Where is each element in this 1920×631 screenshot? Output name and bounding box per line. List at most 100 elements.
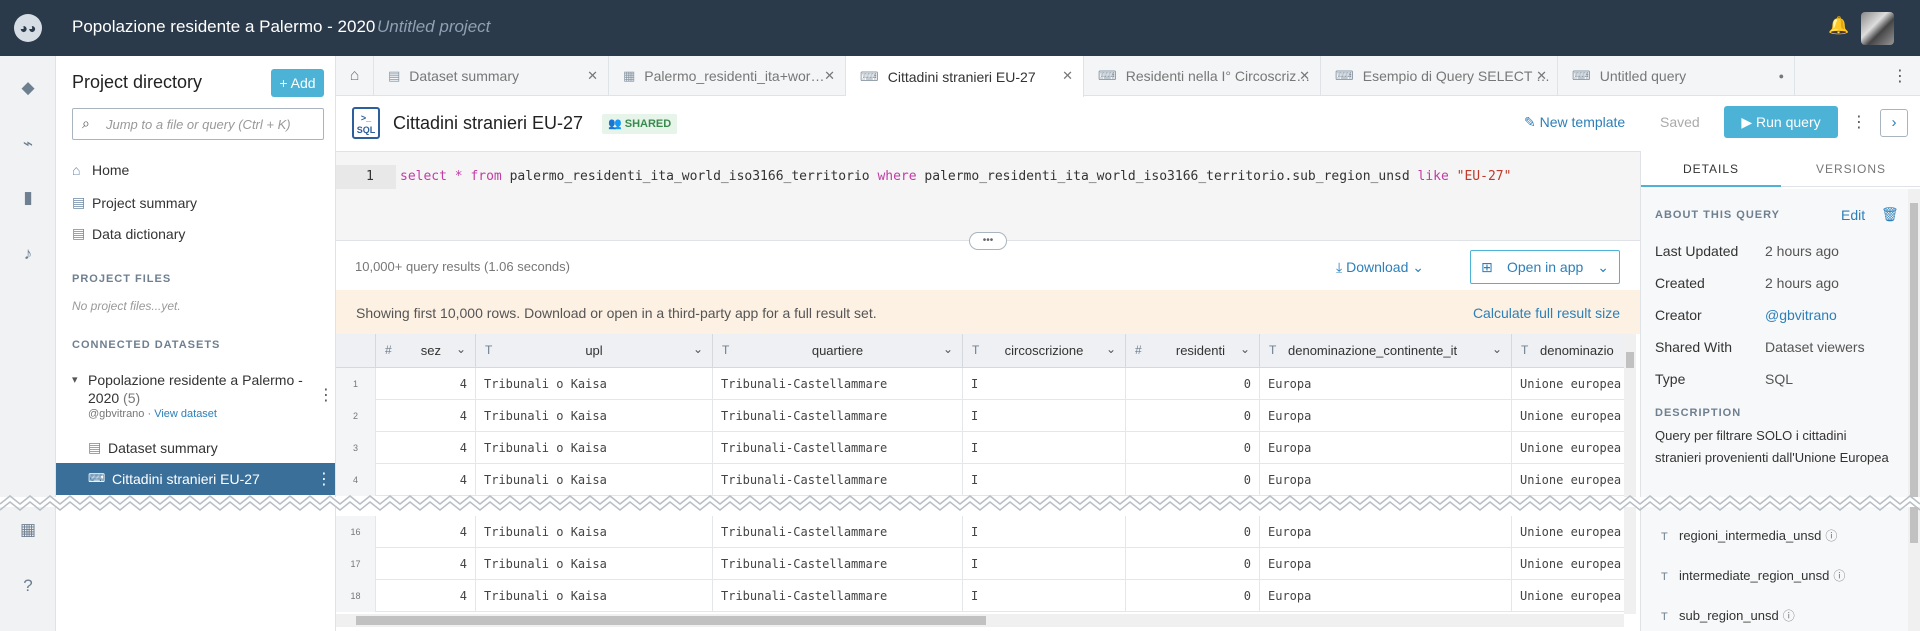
table-cell[interactable]: Unione europea	[1512, 516, 1632, 548]
info-icon[interactable]: ⓘ	[1783, 609, 1795, 623]
activity-chart-icon[interactable]: ⌁	[16, 132, 40, 156]
results-horizontal-scrollbar[interactable]	[336, 614, 1624, 627]
tab-dataset-summary[interactable]: ▤ Dataset summary ✕	[374, 56, 609, 96]
dataset-summary-item[interactable]: ▤ Dataset summary	[88, 439, 218, 456]
resize-handle[interactable]: •••	[969, 232, 1007, 250]
nav-project-summary[interactable]: ▤ Project summary	[72, 194, 197, 211]
edit-link[interactable]: Edit	[1841, 207, 1865, 223]
table-cell[interactable]: Europa	[1260, 516, 1512, 548]
help-icon[interactable]: ?	[16, 574, 40, 598]
table-cell[interactable]: Tribunali o Kaisa	[476, 400, 713, 432]
tab-cittadini-stranieri[interactable]: ⌨ Cittadini stranieri EU-27 ✕	[846, 56, 1084, 97]
dataset-title[interactable]: Popolazione residente a Palermo - 2020 (…	[88, 371, 308, 407]
table-cell[interactable]: 0	[1126, 432, 1260, 464]
table-cell[interactable]: I	[963, 548, 1126, 580]
trash-icon[interactable]: 🗑	[1881, 206, 1899, 223]
column-item[interactable]: Tintermediate_region_unsd ⓘ	[1661, 567, 1859, 585]
chevron-down-icon[interactable]: ⌄	[1106, 342, 1116, 356]
column-header-sez[interactable]: # sez ⌄	[376, 334, 476, 368]
project-title[interactable]: Popolazione residente a Palermo - 2020	[72, 17, 375, 37]
new-template-button[interactable]: ✎ New template	[1524, 114, 1625, 131]
calculate-full-size-link[interactable]: Calculate full result size	[1473, 305, 1620, 321]
layers-icon[interactable]: ◆	[16, 76, 40, 100]
bookmark-icon[interactable]: ▮	[16, 186, 40, 210]
creator-link[interactable]: @gbvitrano	[1765, 307, 1837, 323]
column-header-circoscrizione[interactable]: Tcircoscrizione ⌄	[963, 334, 1126, 368]
table-cell[interactable]: Tribunali-Castellammare	[713, 548, 963, 580]
close-icon[interactable]: ✕	[587, 68, 598, 84]
table-cell[interactable]: Tribunali-Castellammare	[713, 580, 963, 612]
table-cell[interactable]: Unione europea	[1512, 580, 1632, 612]
table-row[interactable]: 2 4 Tribunali o Kaisa Tribunali-Castellamma…	[336, 400, 1632, 432]
table-cell[interactable]: Europa	[1260, 580, 1512, 612]
table-cell[interactable]: 0	[1126, 400, 1260, 432]
table-cell[interactable]: I	[963, 400, 1126, 432]
table-cell[interactable]: Tribunali o Kaisa	[476, 580, 713, 612]
table-cell[interactable]: I	[963, 516, 1126, 548]
column-header-denominazione_continente_it[interactable]: Tdenominazione_continente_it ⌄	[1260, 334, 1512, 368]
nav-data-dictionary[interactable]: ▤ Data dictionary	[72, 225, 185, 242]
column-header-denominazio[interactable]: Tdenominazio	[1512, 334, 1632, 368]
tab-residenti-circoscrizione[interactable]: ⌨ Residenti nella I° Circoscriz… ✕	[1084, 56, 1321, 96]
table-cell[interactable]: Unione europea	[1512, 400, 1632, 432]
table-cell[interactable]: I	[963, 580, 1126, 612]
jump-search-input[interactable]: ⌕ Jump to a file or query (Ctrl + K)	[72, 108, 324, 140]
table-cell[interactable]: 4	[376, 516, 476, 548]
table-cell[interactable]: Tribunali o Kaisa	[476, 516, 713, 548]
results-vertical-scrollbar[interactable]	[1624, 334, 1636, 614]
details-scrollbar[interactable]	[1908, 189, 1920, 631]
close-icon[interactable]: ✕	[1536, 68, 1547, 84]
scroll-thumb[interactable]	[1626, 352, 1634, 368]
tabs-menu-icon[interactable]: ⋮	[1892, 66, 1908, 86]
chevron-down-icon[interactable]: ⌄	[693, 342, 703, 356]
table-cell[interactable]: 4	[376, 580, 476, 612]
table-cell[interactable]: 4	[376, 548, 476, 580]
table-cell[interactable]: Europa	[1260, 368, 1512, 400]
info-icon[interactable]: ⓘ	[1825, 529, 1837, 543]
close-icon[interactable]: ✕	[1062, 68, 1073, 84]
chevron-down-icon[interactable]: ⌄	[1240, 342, 1250, 356]
tab-palermo-residenti[interactable]: ▦ Palermo_residenti_ita+wor… ✕	[609, 56, 846, 96]
table-cell[interactable]: 0	[1126, 516, 1260, 548]
table-cell[interactable]: Tribunali o Kaisa	[476, 432, 713, 464]
table-cell[interactable]: I	[963, 432, 1126, 464]
dataset-menu-icon[interactable]: ⋮	[318, 385, 334, 405]
table-cell[interactable]: 0	[1126, 580, 1260, 612]
collapse-panel-button[interactable]: ›	[1880, 109, 1908, 137]
table-cell[interactable]: Tribunali-Castellammare	[713, 432, 963, 464]
tab-details[interactable]: DETAILS	[1641, 151, 1781, 187]
table-row[interactable]: 1 4 Tribunali o Kaisa Tribunali-Castellamma…	[336, 368, 1632, 400]
column-header-quartiere[interactable]: Tquartiere ⌄	[713, 334, 963, 368]
tab-versions[interactable]: VERSIONS	[1781, 151, 1920, 187]
chevron-down-icon[interactable]: ⌄	[1492, 342, 1502, 356]
user-avatar[interactable]	[1861, 12, 1894, 45]
run-query-button[interactable]: ▶ Run query	[1724, 106, 1838, 138]
notifications-bell-icon[interactable]: 🔔	[1828, 16, 1849, 36]
table-cell[interactable]: Tribunali-Castellammare	[713, 516, 963, 548]
home-tab[interactable]: ⌂	[336, 56, 374, 96]
table-cell[interactable]: 0	[1126, 548, 1260, 580]
table-cell[interactable]: 4	[376, 400, 476, 432]
table-row[interactable]: 17 4 Tribunali o Kaisa Tribunali-Castellamm…	[336, 548, 1632, 580]
column-item[interactable]: Tsub_region_unsd ⓘ	[1661, 607, 1859, 625]
open-in-app-button[interactable]: ⊞ Open in app ⌄	[1470, 250, 1620, 284]
table-cell[interactable]: Tribunali-Castellammare	[713, 400, 963, 432]
app-logo[interactable]: ◕◕	[0, 0, 56, 56]
table-cell[interactable]: Unione europea	[1512, 432, 1632, 464]
info-icon[interactable]: ⓘ	[1833, 569, 1845, 583]
table-cell[interactable]: 4	[376, 432, 476, 464]
table-cell[interactable]: Unione europea	[1512, 368, 1632, 400]
tab-untitled-query[interactable]: ⌨ Untitled query ●	[1558, 56, 1795, 96]
scroll-thumb[interactable]	[356, 616, 986, 625]
chevron-down-icon[interactable]: ⌄	[943, 342, 953, 356]
nav-home[interactable]: ⌂ Home	[72, 162, 129, 178]
apps-grid-icon[interactable]: ▦	[16, 518, 40, 542]
table-cell[interactable]: Tribunali-Castellammare	[713, 368, 963, 400]
query-title[interactable]: Cittadini stranieri EU-27	[393, 113, 583, 134]
bell-icon[interactable]: ♪	[16, 242, 40, 266]
table-cell[interactable]: 0	[1126, 368, 1260, 400]
tab-esempio-query[interactable]: ⌨ Esempio di Query SELECT … ✕	[1321, 56, 1558, 96]
view-dataset-link[interactable]: View dataset	[154, 408, 217, 420]
active-query-item[interactable]: ⌨ Cittadini stranieri EU-27 ⋮	[56, 463, 335, 495]
add-button[interactable]: + Add	[271, 69, 324, 97]
